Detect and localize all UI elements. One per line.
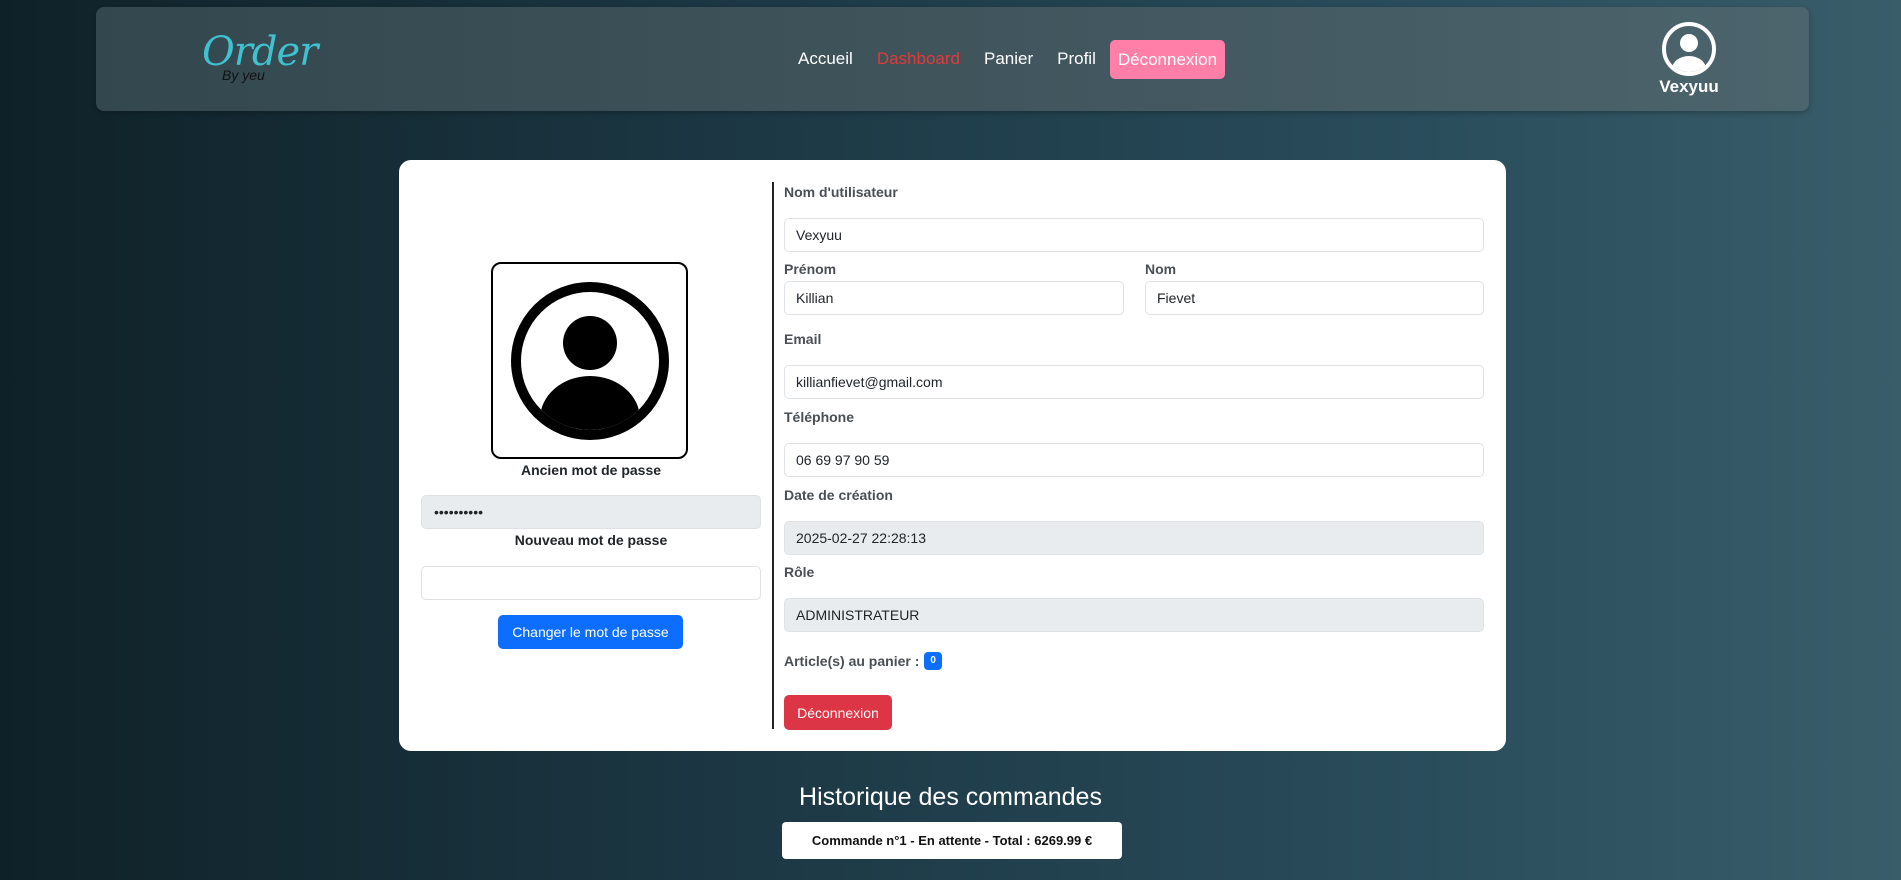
firstname-field[interactable]: [784, 281, 1124, 315]
role-field[interactable]: [784, 598, 1484, 632]
brand-logo[interactable]: Order By yeu: [202, 29, 318, 93]
old-password-input[interactable]: [421, 495, 761, 529]
lastname-field[interactable]: [1145, 281, 1484, 315]
user-circle-icon: [1661, 21, 1717, 77]
firstname-label: Prénom: [784, 261, 837, 277]
username-label: Nom d'utilisateur: [784, 184, 898, 200]
logout-button[interactable]: Déconnexion: [784, 695, 892, 730]
email-field[interactable]: [784, 365, 1484, 399]
new-password-label: Nouveau mot de passe: [514, 532, 668, 548]
profile-info-panel: Nom d'utilisateur Prénom Nom Email Télép…: [784, 160, 1484, 751]
email-label: Email: [784, 331, 822, 347]
user-name: Vexyuu: [1659, 77, 1719, 96]
lastname-label: Nom: [1145, 261, 1177, 277]
navbar: Order By yeu Accueil Dashboard Panier Pr…: [96, 7, 1809, 111]
logo-sub-text: By yeu: [222, 67, 265, 83]
old-password-label: Ancien mot de passe: [520, 462, 662, 478]
nav-link-panier[interactable]: Panier: [972, 39, 1045, 79]
cart-count-line: Article(s) au panier : 0: [784, 652, 942, 670]
new-password-input[interactable]: [421, 566, 761, 600]
profile-avatar: [491, 262, 688, 459]
role-label: Rôle: [784, 564, 815, 580]
creation-date-label: Date de création: [784, 487, 893, 503]
nav-link-accueil[interactable]: Accueil: [786, 39, 865, 79]
change-password-button[interactable]: Changer le mot de passe: [498, 615, 683, 649]
order-list-item[interactable]: Commande n°1 - En attente - Total : 6269…: [782, 822, 1122, 859]
nav-link-profil[interactable]: Profil: [1045, 39, 1108, 79]
user-menu[interactable]: Vexyuu: [1649, 21, 1729, 97]
nav-logout-button[interactable]: Déconnexion: [1109, 39, 1226, 79]
username-field[interactable]: [784, 218, 1484, 252]
order-history-title: Historique des commandes: [799, 783, 1102, 811]
password-panel: Ancien mot de passe Nouveau mot de passe…: [421, 160, 761, 751]
cart-count-badge: 0: [924, 652, 942, 670]
nav-links: Accueil Dashboard Panier Profil Déconnex…: [786, 39, 1226, 79]
column-divider: [772, 182, 774, 729]
profile-card: Ancien mot de passe Nouveau mot de passe…: [399, 160, 1506, 751]
user-circle-icon: [511, 282, 669, 440]
phone-label: Téléphone: [784, 409, 855, 425]
phone-field[interactable]: [784, 443, 1484, 477]
nav-link-dashboard[interactable]: Dashboard: [865, 39, 972, 79]
cart-count-label: Article(s) au panier :: [784, 653, 920, 669]
creation-date-field[interactable]: [784, 521, 1484, 555]
